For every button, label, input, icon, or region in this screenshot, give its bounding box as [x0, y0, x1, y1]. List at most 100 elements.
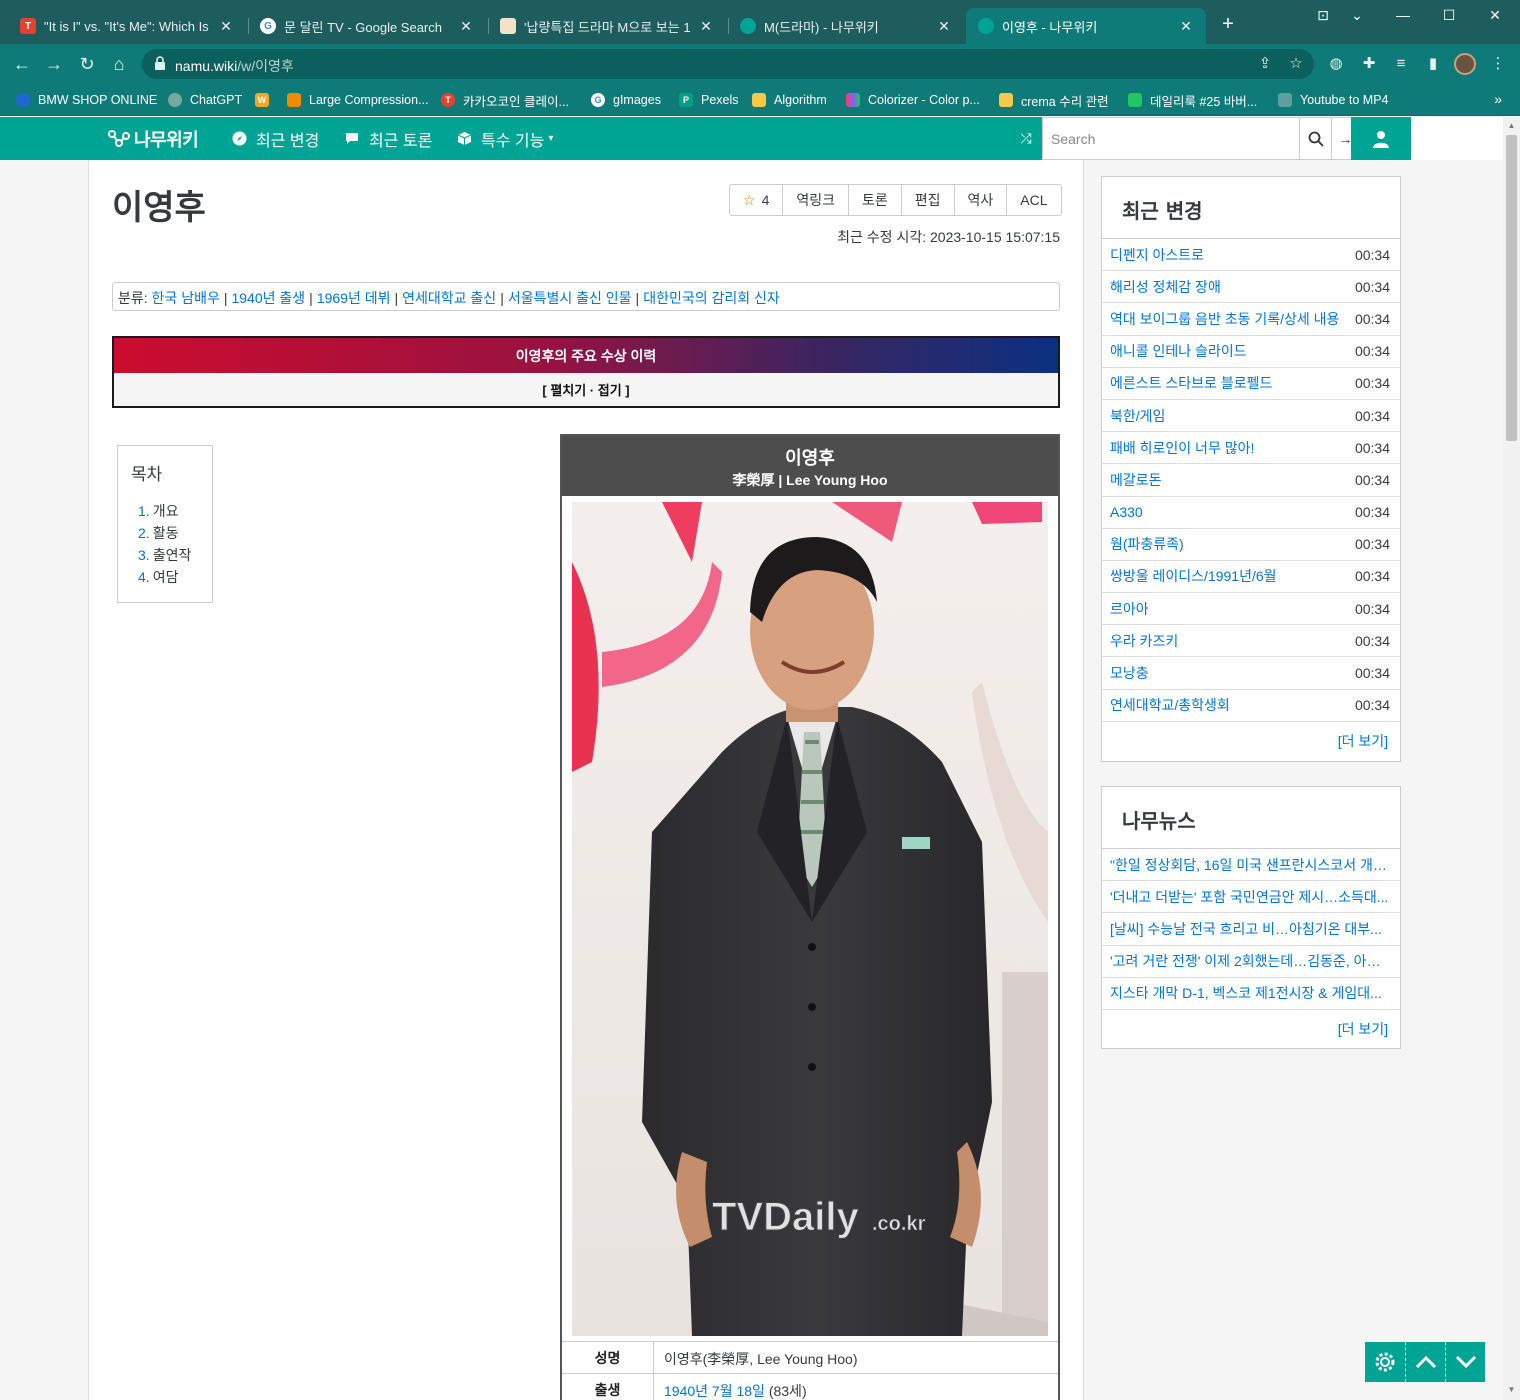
chevron-right-icon[interactable]: » [1494, 91, 1502, 107]
news-item[interactable]: '더내고 더받는' 포함 국민연금안 제시…소득대... [1102, 881, 1400, 914]
close-icon[interactable]: ✕ [1178, 18, 1194, 35]
random-shuffle-icon[interactable]: ⤮ [1010, 117, 1042, 160]
close-icon[interactable]: ✕ [936, 18, 952, 35]
recent-change-title[interactable]: 르아아 [1110, 599, 1343, 619]
bookmark-item[interactable]: T 카카오코인 클레이... [441, 91, 569, 109]
recent-change-item[interactable]: 연세대학교/총학생회 00:34 [1102, 690, 1400, 722]
browser-tab[interactable]: '납량특집 드라마 M으로 보는 1 ✕ [488, 8, 726, 44]
bookmark-item[interactable]: Algorithm [752, 91, 827, 109]
more-menu-icon[interactable]: ⋮ [1488, 54, 1508, 74]
award-toggle[interactable]: [ 펼치기 · 접기 ] [114, 373, 1058, 406]
category-link[interactable]: 한국 남배우 [152, 290, 220, 306]
scrollbar-thumb[interactable] [1506, 135, 1517, 441]
nav-recent-discussions[interactable]: 최근 토론 [344, 117, 432, 160]
recent-change-item[interactable]: 모낭충 00:34 [1102, 657, 1400, 690]
recent-change-title[interactable]: 모낭충 [1110, 663, 1343, 683]
close-icon[interactable]: ✕ [458, 18, 474, 35]
forward-arrow-icon[interactable]: → [42, 52, 66, 76]
news-item[interactable]: '고려 거란 전쟁' 이제 2회했는데…김동준, 아직... [1102, 946, 1400, 978]
category-link[interactable]: 서울특별시 출신 인물 [508, 290, 632, 306]
recent-change-title[interactable]: 쌍방울 레이디스/1991년/6월 [1110, 566, 1343, 586]
category-link[interactable]: 1940년 출생 [231, 290, 305, 306]
recent-change-item[interactable]: 르아아 00:34 [1102, 593, 1400, 626]
new-tab-button[interactable]: + [1216, 12, 1240, 36]
news-item[interactable]: 지스타 개막 D-1, 벡스코 제1전시장 & 게임대... [1102, 978, 1400, 1010]
user-icon[interactable] [1351, 117, 1411, 160]
bookmark-item[interactable]: BMW SHOP ONLINE [16, 91, 157, 109]
recent-change-title[interactable]: 메갈로돈 [1110, 470, 1343, 490]
recent-change-item[interactable]: 우라 카즈키 00:34 [1102, 625, 1400, 658]
recent-change-title[interactable]: 역대 보이그룹 음반 초동 기록/상세 내용 [1110, 309, 1343, 329]
scroll-down-arrow[interactable]: ▼ [1507, 1385, 1516, 1394]
news-item[interactable]: [날씨] 수능날 전국 흐리고 비…아침기온 대부... [1102, 913, 1400, 946]
search-input[interactable] [1042, 117, 1300, 160]
browser-tab[interactable]: T "It is I" vs. "It's Me": Which Is C ✕ [8, 8, 246, 44]
recent-change-item[interactable]: 패배 히로인이 너무 많아! 00:34 [1102, 432, 1400, 465]
news-headline[interactable]: [날씨] 수능날 전국 흐리고 비…아침기온 대부... [1110, 919, 1390, 939]
bookmark-item[interactable]: W [255, 91, 277, 109]
recent-change-item[interactable]: 애니콜 인테나 슬라이드 00:34 [1102, 336, 1400, 368]
bookmark-item[interactable]: GgImages [591, 91, 661, 109]
category-link[interactable]: 1969년 데뷔 [317, 290, 391, 306]
recent-change-title[interactable]: 북한/게임 [1110, 406, 1343, 426]
browser-tab[interactable]: G 문 달린 TV - Google Search ✕ [248, 8, 486, 44]
extensions-icon[interactable]: ✚ [1359, 54, 1379, 74]
recent-change-title[interactable]: 연세대학교/총학생회 [1110, 695, 1343, 715]
toc-item[interactable]: 1. 개요 [138, 501, 199, 523]
recent-change-title[interactable]: 에른스트 스타브로 블로펠드 [1110, 373, 1343, 393]
bookmark-item[interactable]: Colorizer - Color p... [846, 91, 980, 109]
recent-change-title[interactable]: 애니콜 인테나 슬라이드 [1110, 341, 1343, 361]
media-control-icon[interactable]: ≡ [1391, 54, 1411, 74]
category-link[interactable]: 대한민국의 감리회 신자 [643, 290, 780, 306]
chevron-down-icon[interactable]: ⌄ [1342, 4, 1372, 26]
recent-change-item[interactable]: 쌍방울 레이디스/1991년/6월 00:34 [1102, 561, 1400, 594]
bookmark-item[interactable]: Large Compression... [287, 91, 429, 109]
scroll-top-chevron-up-icon[interactable] [1405, 1342, 1445, 1382]
recent-change-title[interactable]: A330 [1110, 504, 1343, 520]
news-headline[interactable]: 지스타 개막 D-1, 벡스코 제1전시장 & 게임대... [1110, 983, 1390, 1003]
scroll-bottom-chevron-down-icon[interactable] [1445, 1342, 1485, 1382]
side-panel-icon[interactable]: ▮ [1423, 54, 1443, 74]
window-close-button[interactable]: ✕ [1480, 4, 1510, 26]
search-icon[interactable] [1300, 117, 1332, 160]
vertical-scrollbar[interactable]: ▲ ▼ [1503, 117, 1520, 1400]
browser-tab-active[interactable]: 이영후 - 나무위키 ✕ [966, 8, 1206, 44]
news-headline[interactable]: '고려 거란 전쟁' 이제 2회했는데…김동준, 아직... [1110, 951, 1390, 971]
recent-change-item[interactable]: 디펜지 아스트로 00:34 [1102, 239, 1400, 272]
recent-change-item[interactable]: 북한/게임 00:34 [1102, 400, 1400, 433]
bookmark-item[interactable]: Youtube to MP4 [1278, 91, 1389, 109]
bookmark-item[interactable]: crema 수리 관련 [999, 91, 1109, 109]
toc-item[interactable]: 2. 활동 [138, 523, 199, 545]
more-link[interactable]: [더 보기] [1102, 1010, 1400, 1048]
recent-change-title[interactable]: 웜(파충류족) [1110, 534, 1343, 554]
more-link[interactable]: [더 보기] [1102, 722, 1400, 760]
home-icon[interactable]: ⌂ [107, 52, 131, 76]
history-button[interactable]: 역사 [953, 185, 1007, 215]
category-link[interactable]: 연세대학교 출신 [402, 290, 496, 306]
nav-recent-changes[interactable]: 최근 변경 [231, 117, 319, 160]
star-button[interactable]: ☆ 4 [730, 185, 782, 215]
share-icon[interactable]: ⇪ [1256, 55, 1274, 73]
site-logo[interactable]: 나무위키 [108, 127, 199, 151]
discussion-button[interactable]: 토론 [848, 185, 901, 215]
maximize-button[interactable]: ☐ [1434, 4, 1464, 26]
recent-change-title[interactable]: 패배 히로인이 너무 많아! [1110, 438, 1343, 458]
bookmark-item[interactable]: P Pexels [679, 91, 739, 109]
recent-change-item[interactable]: A330 00:34 [1102, 497, 1400, 529]
edit-button[interactable]: 편집 [900, 185, 954, 215]
bookmark-item[interactable]: 데일리룩 #25 바버... [1128, 91, 1257, 109]
address-bar[interactable]: namu.wiki/w/이영후 ⇪ ☆ [142, 49, 1314, 79]
toc-item[interactable]: 3. 출연작 [138, 545, 199, 567]
news-headline[interactable]: '더내고 더받는' 포함 국민연금안 제시…소득대... [1110, 887, 1390, 907]
translate-icon[interactable]: ◍ [1326, 54, 1346, 74]
recent-change-title[interactable]: 디펜지 아스트로 [1110, 245, 1343, 265]
recent-change-item[interactable]: 에른스트 스타브로 블로펠드 00:34 [1102, 368, 1400, 400]
tab-search-icon[interactable]: ⊡ [1308, 4, 1338, 26]
news-item[interactable]: "한일 정상회담, 16일 미국 샌프란시스코서 개최" [1102, 849, 1400, 882]
acl-button[interactable]: ACL [1006, 185, 1060, 215]
close-icon[interactable]: ✕ [698, 18, 714, 35]
nav-special-features[interactable]: 특수 기능 ▾ [456, 117, 553, 160]
bookmark-item[interactable]: ChatGPT [168, 91, 242, 109]
toc-item[interactable]: 4. 여담 [138, 567, 199, 589]
recent-change-item[interactable]: 해리성 정체감 장애 00:34 [1102, 271, 1400, 304]
